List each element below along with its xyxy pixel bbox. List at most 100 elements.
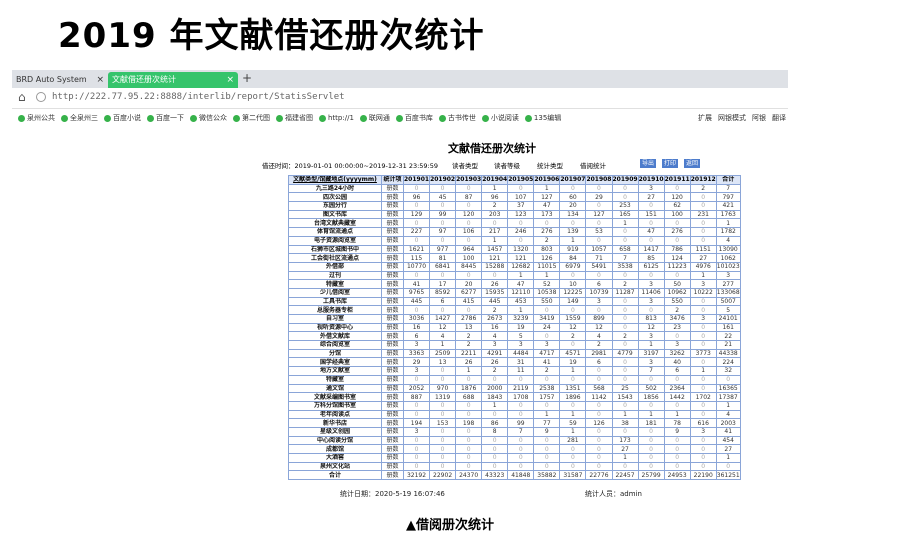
location-name: 新华书店 [288, 418, 382, 428]
table-cell: 2 [663, 305, 691, 315]
tab-brd-auto-system[interactable]: BRD Auto System × [12, 72, 108, 88]
table-cell: 181 [637, 418, 665, 428]
header-link[interactable]: 文献类型/馆藏地点(yyyymm) [288, 175, 382, 185]
home-icon[interactable]: ⌂ [18, 90, 26, 104]
location-name: 工会街社区流通点 [288, 253, 382, 263]
slide-caption: ▲借阅册次统计 [406, 518, 494, 533]
bookmark-item[interactable]: 泉州公共 [18, 109, 55, 127]
stat-item: 册数 [381, 392, 404, 402]
table-cell: 100 [455, 253, 483, 263]
table-cell: 3419 [533, 314, 561, 324]
bookmark-item[interactable]: 第二代图 [233, 109, 270, 127]
table-cell: 1427 [429, 314, 457, 324]
table-cell: 1 [559, 409, 587, 420]
site-info-icon[interactable] [36, 92, 46, 102]
table-cell: 224 [715, 357, 741, 368]
table-cell: 99 [507, 418, 535, 428]
table-cell: 0 [455, 201, 483, 211]
table-cell: 1708 [507, 392, 535, 402]
table-cell: 1 [715, 453, 741, 463]
bookmark-item[interactable]: 百度小说 [104, 109, 141, 127]
bookmark-item[interactable]: 古书传世 [438, 109, 476, 127]
table-cell: 3036 [402, 314, 431, 324]
table-cell: 0 [507, 235, 535, 246]
url-input[interactable]: http://222.77.95.22:8888/interlib/report… [52, 92, 345, 102]
column-header: 201907 [559, 175, 587, 185]
table-row: 特藏室 册数 0 0 0 0 0 0 0 0 0 0 0 0 0 [288, 374, 741, 385]
bookmark-icon [359, 114, 367, 122]
table-cell: 5491 [585, 261, 613, 272]
table-cell: 1 [637, 409, 665, 420]
bookmark-item[interactable]: 联网通 [359, 109, 390, 127]
table-cell: 0 [585, 305, 613, 315]
stat-item: 册数 [381, 279, 404, 289]
table-cell: 20 [455, 279, 483, 289]
reader-type-select[interactable]: 读者类型 [452, 160, 478, 170]
toolbar-item[interactable]: 网银模式 [718, 109, 746, 127]
bookmark-item[interactable]: http://1 [319, 109, 354, 127]
table-cell: 7 [715, 183, 741, 194]
table-cell: 6 [663, 366, 691, 376]
new-tab-icon[interactable]: + [242, 71, 252, 85]
stat-item: 册数 [381, 305, 404, 315]
table-cell: 0 [455, 305, 483, 315]
table-cell: 1843 [481, 392, 509, 402]
table-cell: 1856 [637, 392, 665, 402]
table-cell: 0 [689, 192, 717, 203]
table-cell: 0 [533, 305, 561, 315]
toolbar-item[interactable]: 阿银 [752, 109, 766, 127]
table-cell: 7 [637, 366, 665, 376]
table-cell: 10 [559, 279, 587, 289]
table-cell: 2364 [663, 383, 691, 394]
table-cell: 62 [663, 201, 691, 211]
back-button[interactable]: 返回 [684, 159, 701, 168]
table-cell: 32192 [402, 470, 431, 481]
table-cell: 0 [507, 435, 535, 446]
tab-bar: BRD Auto System × 文献借还册次统计 × + [12, 70, 788, 88]
table-cell: 45 [429, 192, 457, 203]
table-cell: 3 [533, 340, 561, 350]
time-range-label: 借还时间：2019-01-01 00:00:00~2019-12-31 23:5… [262, 162, 439, 170]
table-cell: 2673 [481, 314, 509, 324]
table-cell: 0 [611, 357, 639, 368]
table-cell: 0 [663, 374, 691, 385]
export-button[interactable]: 导出 [640, 159, 657, 168]
bookmark-item[interactable]: 135编辑 [524, 109, 561, 127]
table-row: 台湾文献典藏室 册数 0 0 0 0 0 0 0 0 1 0 0 0 1 [288, 218, 741, 229]
table-row: 视听资源中心 册数 16 12 13 16 19 24 12 12 0 12 23 0 161 [288, 322, 741, 333]
print-button[interactable]: 打印 [662, 159, 679, 168]
bookmark-item[interactable]: 全泉州三 [61, 109, 98, 127]
bookmark-item[interactable]: 百度书库 [395, 109, 433, 127]
table-cell: 85 [637, 253, 665, 263]
table-cell: 40 [663, 357, 691, 368]
table-cell: 29 [402, 357, 431, 368]
table-cell: 0 [689, 453, 717, 463]
tab-report[interactable]: 文献借还册次统计 × [108, 72, 238, 88]
toolbar-item[interactable]: 翻译 [772, 109, 786, 127]
toolbar-item[interactable]: 扩展 [698, 109, 712, 127]
table-cell: 60 [559, 192, 587, 203]
table-cell: 1 [611, 218, 639, 229]
table-cell: 78 [663, 418, 691, 428]
close-icon[interactable]: × [226, 72, 234, 88]
table-cell: 47 [507, 279, 535, 289]
stat-item: 册数 [381, 348, 404, 359]
table-cell: 2 [481, 201, 509, 211]
close-icon[interactable]: × [96, 72, 104, 88]
stat-item: 册数 [381, 340, 404, 350]
table-cell: 2211 [455, 348, 483, 359]
table-cell: 2509 [429, 348, 457, 359]
borrow-stat-select[interactable]: 借阅统计 [580, 160, 606, 170]
table-cell: 1757 [533, 392, 561, 402]
table-row: 中心阅读分馆 册数 0 0 0 0 0 0 281 0 173 0 0 0 454 [288, 435, 741, 446]
bookmark-item[interactable]: 百度一下 [147, 109, 184, 127]
bookmark-item[interactable]: 福建省图 [276, 109, 313, 127]
table-cell: 1 [533, 183, 561, 194]
table-cell: 0 [611, 305, 639, 315]
table-cell: 1142 [585, 392, 613, 402]
stat-type-select[interactable]: 统计类型 [537, 160, 563, 170]
location-name: 中心阅读分馆 [288, 435, 382, 446]
bookmark-item[interactable]: 小说阅读 [481, 109, 519, 127]
reader-level-select[interactable]: 读者等级 [494, 160, 520, 170]
bookmark-item[interactable]: 微信公众 [190, 109, 227, 127]
